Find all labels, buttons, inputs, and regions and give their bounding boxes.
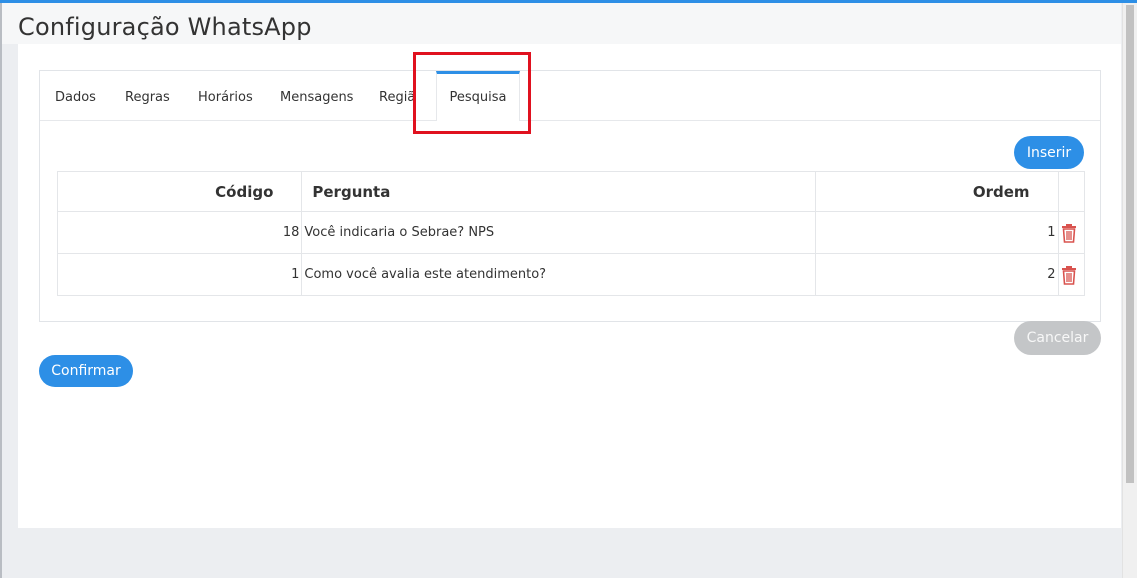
cell-question: Você indicaria o Sebrae? NPS — [301, 211, 817, 254]
column-header-code[interactable]: Código — [56, 171, 303, 212]
column-header-order[interactable]: Ordem — [815, 171, 1059, 212]
confirm-button[interactable]: Confirmar — [39, 355, 133, 387]
scrollbar-thumb[interactable] — [1126, 5, 1134, 483]
survey-table: Código Pergunta Ordem 18 Você indicaria … — [56, 171, 1086, 296]
cell-order: 1 — [815, 211, 1059, 254]
cell-actions — [1057, 211, 1086, 254]
page-title: Configuração WhatsApp — [18, 13, 312, 41]
vertical-scrollbar[interactable] — [1122, 3, 1137, 578]
trash-icon[interactable] — [1060, 265, 1078, 285]
tab-horarios[interactable]: Horários — [198, 71, 253, 120]
tab-bar: Dados Regras Horários Mensagens Regiã Pe… — [40, 71, 1100, 121]
column-header-actions — [1057, 171, 1086, 212]
cancel-button[interactable]: Cancelar — [1014, 321, 1101, 355]
trash-icon[interactable] — [1060, 223, 1078, 243]
table-row[interactable]: 18 Você indicaria o Sebrae? NPS 1 — [56, 211, 1086, 254]
title-bar: Configuração WhatsApp — [2, 3, 1121, 44]
table-row[interactable]: 1 Como você avalia este atendimento? 2 — [56, 253, 1086, 296]
cell-actions — [1057, 253, 1086, 296]
tab-mensagens[interactable]: Mensagens — [280, 71, 353, 120]
cell-code: 18 — [56, 211, 303, 254]
cell-order: 2 — [815, 253, 1059, 296]
settings-panel: Dados Regras Horários Mensagens Regiã Pe… — [39, 70, 1101, 322]
tab-pesquisa[interactable]: Pesquisa — [436, 71, 520, 121]
column-header-question[interactable]: Pergunta — [301, 171, 817, 212]
tab-regras[interactable]: Regras — [125, 71, 170, 120]
tab-dados[interactable]: Dados — [55, 71, 96, 120]
cell-question: Como você avalia este atendimento? — [301, 253, 817, 296]
tab-regioes[interactable]: Regiã — [379, 71, 415, 120]
left-border — [0, 3, 2, 578]
cell-code: 1 — [56, 253, 303, 296]
table-header-row: Código Pergunta Ordem — [56, 171, 1086, 212]
insert-button[interactable]: Inserir — [1014, 136, 1084, 169]
main-content: Dados Regras Horários Mensagens Regiã Pe… — [18, 44, 1121, 528]
